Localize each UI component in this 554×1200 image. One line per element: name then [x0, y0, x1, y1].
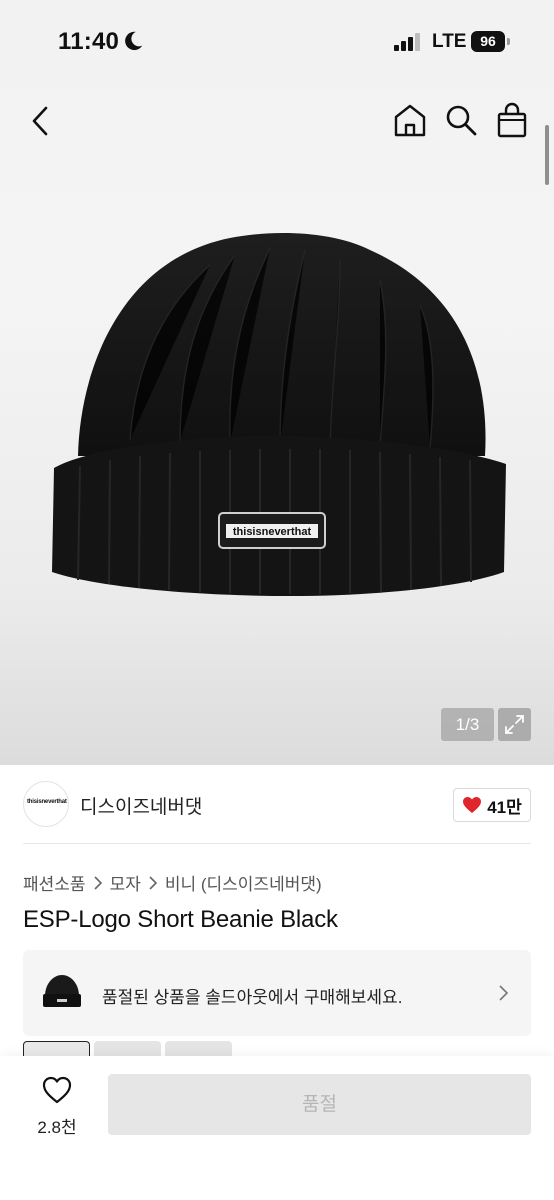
product-image[interactable]: thisisneverthat [40, 220, 520, 620]
status-bar: 11:40 LTE 96 [0, 0, 554, 80]
status-time: 11:40 [58, 28, 120, 55]
breadcrumb-item[interactable]: 모자 [110, 870, 141, 895]
shop-logo-text: thisisneverthat [27, 799, 67, 805]
breadcrumb: 패션소품 모자 비니 (디스이즈네버댓) [23, 870, 322, 895]
breadcrumb-item[interactable]: 비니 (디스이즈네버댓) [165, 870, 322, 895]
shop-like-button[interactable]: 41만 [453, 788, 531, 822]
battery-level: 96 [471, 31, 505, 52]
shopping-bag-icon[interactable] [494, 101, 530, 139]
beanie-patch-logo: thisisneverthat [233, 526, 312, 538]
soldout-banner-text: 품절된 상품을 솔드아웃에서 구매해보세요. [102, 988, 403, 1007]
image-counter: 1/3 [441, 708, 494, 741]
bottom-action-bar: 2.8천 품절 [0, 1056, 554, 1200]
shop-logo[interactable]: thisisneverthat [23, 781, 69, 827]
back-icon[interactable] [26, 104, 56, 138]
wish-button[interactable]: 2.8천 [30, 1076, 84, 1137]
chevron-right-icon [93, 875, 102, 890]
expand-icon[interactable] [498, 708, 531, 741]
heart-filled-icon [463, 797, 482, 813]
chevron-right-icon [149, 875, 157, 890]
buy-button-soldout[interactable]: 품절 [108, 1074, 531, 1135]
battery-icon: 96 [471, 31, 511, 52]
moon-icon [125, 31, 143, 51]
page-scrollbar[interactable] [545, 125, 549, 185]
shop-row[interactable]: thisisneverthat 디스이즈네버댓 41만 [0, 765, 554, 845]
divider [23, 843, 531, 844]
breadcrumb-item[interactable]: 패션소품 [23, 870, 86, 895]
shop-name[interactable]: 디스이즈네버댓 [80, 792, 202, 819]
signal-icon [394, 33, 420, 51]
home-icon[interactable] [392, 102, 428, 138]
soldout-banner[interactable]: 품절된 상품을 솔드아웃에서 구매해보세요. [23, 950, 531, 1036]
chevron-right-icon [499, 985, 509, 1001]
heart-outline-icon [42, 1076, 72, 1104]
wish-count: 2.8천 [37, 1118, 77, 1137]
product-thumbnail [43, 975, 81, 1007]
search-icon[interactable] [443, 102, 479, 138]
product-title: ESP-Logo Short Beanie Black [23, 906, 338, 933]
shop-like-count: 41만 [487, 797, 522, 817]
network-type: LTE [432, 31, 467, 52]
